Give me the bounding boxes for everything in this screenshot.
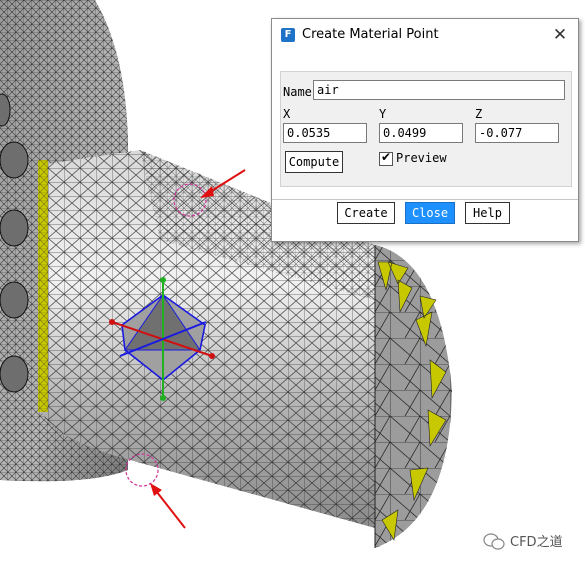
pipe-end-cap xyxy=(374,245,452,548)
close-button[interactable]: Close xyxy=(405,202,455,224)
dialog-separator xyxy=(272,199,578,200)
z-label: Z xyxy=(475,107,483,121)
create-button[interactable]: Create xyxy=(337,202,395,224)
wechat-icon xyxy=(483,533,505,550)
watermark-text: CFD之道 xyxy=(510,535,563,550)
z-coordinate-field[interactable]: -0.077 xyxy=(475,123,559,143)
dialog-title: Create Material Point xyxy=(302,27,439,42)
create-material-point-dialog: F Create Material Point ✕ Name air X Y Z… xyxy=(271,18,579,242)
preview-label: Preview xyxy=(396,151,447,165)
help-button[interactable]: Help xyxy=(465,202,510,224)
close-icon[interactable]: ✕ xyxy=(550,25,570,45)
x-coordinate-field[interactable]: 0.0535 xyxy=(283,123,367,143)
name-field[interactable]: air xyxy=(313,80,565,100)
preview-checkbox[interactable]: ✔ xyxy=(379,150,393,166)
compute-button[interactable]: Compute xyxy=(285,151,343,173)
dialog-title-bar[interactable]: F Create Material Point ✕ xyxy=(272,19,578,51)
y-coordinate-field[interactable]: 0.0499 xyxy=(379,123,463,143)
y-label: Y xyxy=(379,107,387,121)
fluent-app-icon: F xyxy=(281,28,295,42)
checkmark-icon: ✔ xyxy=(381,150,392,164)
x-label: X xyxy=(283,107,291,121)
name-label: Name xyxy=(283,85,312,99)
inlet-face-strip xyxy=(38,160,48,412)
